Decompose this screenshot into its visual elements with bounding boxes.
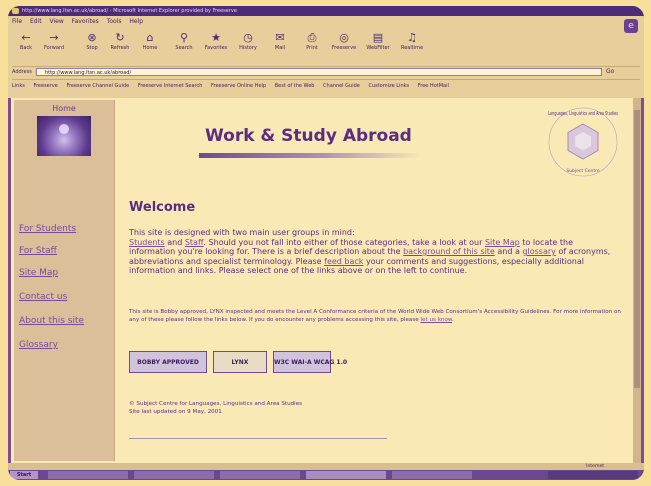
back-icon: ← <box>21 31 31 44</box>
refresh-button[interactable]: ↻ Refresh <box>106 28 134 52</box>
site-logo-image[interactable] <box>37 116 91 156</box>
forward-icon: → <box>49 31 59 44</box>
toolbar: ← Back → Forward ⊗ Stop ↻ Refresh ⌂ Home ⚲ Sea… <box>12 28 612 64</box>
page-viewport: Home For Students For Staff Site Map Con… <box>11 98 641 463</box>
site-map-link[interactable]: Site Map <box>485 238 520 247</box>
menu-file[interactable]: File <box>12 18 22 25</box>
ie-window-icon <box>12 8 19 14</box>
menu-edit[interactable]: Edit <box>30 18 42 25</box>
footer-divider <box>129 438 387 439</box>
link-free-hotmail[interactable]: Free HotMail <box>418 83 449 89</box>
let-us-know-link[interactable]: let us know <box>420 317 451 323</box>
realtime-icon: ♫ <box>407 31 417 44</box>
go-button[interactable]: Go <box>606 68 614 75</box>
nav-for-staff[interactable]: For Staff <box>19 246 57 256</box>
nav-contact-us[interactable]: Contact us <box>19 292 67 302</box>
taskbar-item[interactable] <box>220 471 300 479</box>
link-customize-links[interactable]: Customize Links <box>368 83 409 89</box>
menu-favorites[interactable]: Favorites <box>72 18 99 25</box>
title-bar: http://www.lang.ltsn.ac.uk/abroad/ - Mic… <box>8 6 644 16</box>
title-underline <box>199 153 423 158</box>
welcome-heading: Welcome <box>129 200 196 215</box>
background-link[interactable]: background of this site <box>403 247 495 256</box>
subject-centre-logo[interactable]: Languages, Linguistics and Area Studies … <box>545 104 621 180</box>
link-freeserve[interactable]: Freeserve <box>33 83 57 89</box>
search-icon: ⚲ <box>179 31 189 44</box>
freeserve-icon: ◎ <box>339 31 349 44</box>
address-bar: Address http://www.lang.ltsn.ac.uk/abroa… <box>12 66 640 80</box>
accessibility-statement: This site is Bobby approved, LYNX inspec… <box>129 309 621 323</box>
nav-for-students[interactable]: For Students <box>19 224 76 234</box>
left-navigation: Home For Students For Staff Site Map Con… <box>14 100 115 461</box>
realtime-button[interactable]: ♫ Realtime <box>398 28 426 52</box>
address-label: Address <box>12 69 32 75</box>
menu-help[interactable]: Help <box>129 18 143 25</box>
ie-logo-icon: e <box>624 19 638 33</box>
feedback-link[interactable]: feed back <box>324 257 363 266</box>
search-button[interactable]: ⚲ Search <box>170 28 198 52</box>
system-tray <box>548 471 638 479</box>
back-button[interactable]: ← Back <box>12 28 40 52</box>
stop-icon: ⊗ <box>87 31 97 44</box>
taskbar-item[interactable] <box>392 471 472 479</box>
logo-text: Languages, Linguistics and Area Studies <box>548 111 618 117</box>
address-input[interactable]: http://www.lang.ltsn.ac.uk/abroad/ <box>36 68 602 76</box>
last-updated: Site last updated on 9 May, 2001 <box>129 409 222 415</box>
lynx-badge[interactable]: LYNX <box>213 351 267 373</box>
webfilter-icon: ▤ <box>372 31 384 44</box>
home-link[interactable]: Home <box>14 104 114 113</box>
home-button[interactable]: ⌂ Home <box>136 28 164 52</box>
menu-bar: File Edit View Favorites Tools Help <box>12 18 149 25</box>
bobby-approved-badge[interactable]: BOBBY APPROVED <box>129 351 207 373</box>
favorites-button[interactable]: ★ Favorites <box>202 28 230 52</box>
taskbar-item[interactable] <box>48 471 128 479</box>
status-bar: Internet <box>8 463 644 470</box>
staff-link[interactable]: Staff <box>185 238 204 247</box>
window-title: http://www.lang.ltsn.ac.uk/abroad/ - Mic… <box>22 8 237 14</box>
forward-button[interactable]: → Forward <box>40 28 68 52</box>
copyright-text: © Subject Centre for Languages, Linguist… <box>129 401 303 415</box>
main-content: Work & Study Abroad Languages, Linguisti… <box>117 98 633 463</box>
start-button[interactable]: Start <box>10 471 38 479</box>
history-button[interactable]: ◷ History <box>234 28 262 52</box>
taskbar: Start <box>8 470 644 480</box>
stop-button[interactable]: ⊗ Stop <box>78 28 106 52</box>
students-link[interactable]: Students <box>129 238 165 247</box>
link-online-help[interactable]: Freeserve Online Help <box>211 83 266 89</box>
link-best-of-web[interactable]: Best of the Web <box>275 83 315 89</box>
page-title: Work & Study Abroad <box>205 126 412 146</box>
print-button[interactable]: ⎙ Print <box>298 28 326 52</box>
favorites-icon: ★ <box>211 31 221 44</box>
mail-button[interactable]: ✉ Mail <box>266 28 294 52</box>
nav-glossary[interactable]: Glossary <box>19 340 58 350</box>
menu-tools[interactable]: Tools <box>107 18 122 25</box>
webfilter-button[interactable]: ▤ WebFilter <box>364 28 392 52</box>
nav-about-this-site[interactable]: About this site <box>19 316 84 326</box>
browser-chrome: File Edit View Favorites Tools Help e ← B… <box>8 16 644 98</box>
w3c-wai-badge[interactable]: W3C WAI-A WCAG 1.0 <box>273 351 347 373</box>
security-zone: Internet <box>586 464 604 469</box>
home-icon: ⌂ <box>146 31 154 44</box>
taskbar-item-active[interactable] <box>306 471 386 479</box>
scrollbar-thumb[interactable] <box>634 110 640 388</box>
history-icon: ◷ <box>243 31 253 44</box>
freeserve-button[interactable]: ◎ Freeserve <box>330 28 358 52</box>
link-channel-guide[interactable]: Freeserve Channel Guide <box>66 83 129 89</box>
links-bar: Links Freeserve Freeserve Channel Guide … <box>12 80 640 92</box>
link-channel-guide-2[interactable]: Channel Guide <box>323 83 360 89</box>
link-internet-search[interactable]: Freeserve Internet Search <box>138 83 203 89</box>
browser-window: http://www.lang.ltsn.ac.uk/abroad/ - Mic… <box>8 6 644 480</box>
links-label: Links <box>12 83 25 89</box>
refresh-icon: ↻ <box>115 31 125 44</box>
nav-site-map[interactable]: Site Map <box>19 268 58 278</box>
intro-paragraph: This site is designed with two main user… <box>129 228 611 275</box>
taskbar-item[interactable] <box>134 471 214 479</box>
glossary-link[interactable]: glossary <box>522 247 555 256</box>
vertical-scrollbar[interactable] <box>633 98 641 463</box>
print-icon: ⎙ <box>307 31 317 44</box>
logo-subtext: Subject Centre <box>566 168 600 174</box>
menu-view[interactable]: View <box>50 18 64 25</box>
mail-icon: ✉ <box>275 31 285 44</box>
